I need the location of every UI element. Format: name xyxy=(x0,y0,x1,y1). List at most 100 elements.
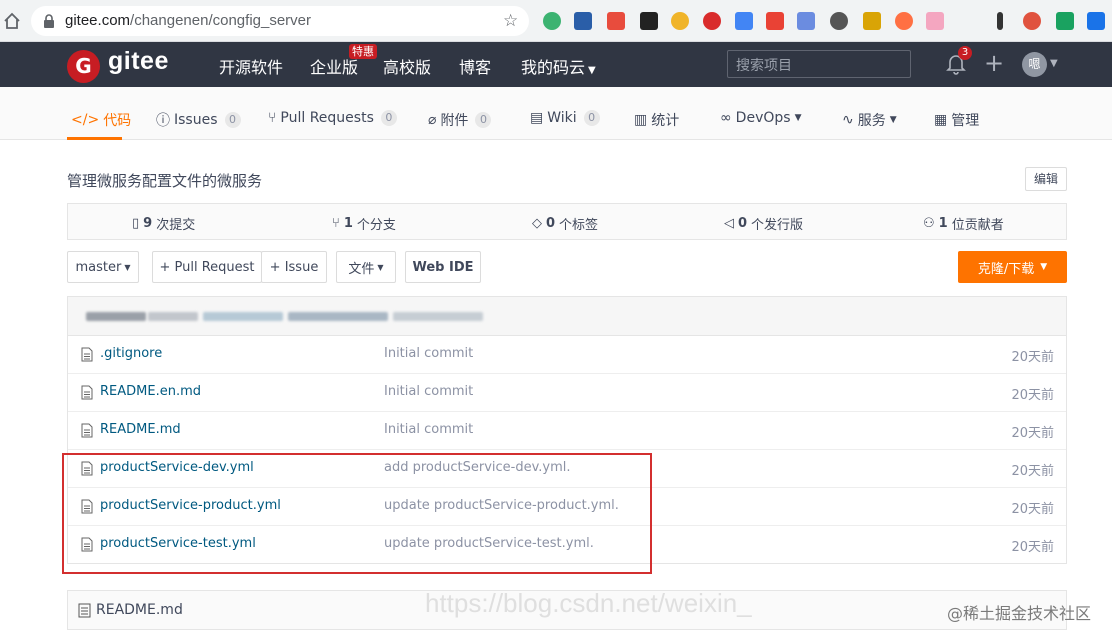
document-icon xyxy=(78,603,91,618)
file-row[interactable]: .gitignore Initial commit 20天前 xyxy=(68,336,1066,374)
extension-icon[interactable] xyxy=(863,12,881,30)
commit-time: 20天前 xyxy=(1011,464,1054,479)
contributors-icon: ⚇ xyxy=(923,216,935,231)
chevron-down-icon: ▼ xyxy=(794,113,802,123)
site-header: G gitee 开源软件 企业版 特惠 高校版 博客 我的码云 ▼ 搜索项目 3 … xyxy=(0,42,1112,87)
tab-devops[interactable]: ∞ DevOps ▼ xyxy=(720,110,801,126)
pull-request-icon: ⑂ xyxy=(268,110,277,126)
commit-icon: ▯ xyxy=(132,216,140,231)
chevron-down-icon: ▼ xyxy=(588,65,596,76)
file-row[interactable]: README.en.md Initial commit 20天前 xyxy=(68,374,1066,412)
gitee-logo-icon[interactable]: G xyxy=(67,50,100,83)
tab-manage[interactable]: ▦ 管理 xyxy=(934,110,979,130)
bookmark-star-icon[interactable]: ☆ xyxy=(503,11,518,31)
translate-icon[interactable] xyxy=(735,12,753,30)
avatar[interactable]: 嗯 xyxy=(1022,52,1047,77)
blurred-text xyxy=(148,312,198,321)
repo-description: 管理微服务配置文件的微服务 xyxy=(67,172,263,190)
paperclip-icon: ⌀ xyxy=(428,112,437,128)
commit-time: 20天前 xyxy=(1011,388,1054,403)
chevron-down-icon: ▼ xyxy=(377,262,384,272)
stat-tags[interactable]: ◇ 0 个标签 xyxy=(532,214,598,233)
blurred-text xyxy=(86,312,146,321)
clone-download-button[interactable]: 克隆/下载 ▼ xyxy=(958,251,1067,283)
extension-icon[interactable] xyxy=(926,12,944,30)
stat-commits[interactable]: ▯ 9 次提交 xyxy=(132,214,195,233)
new-pull-request-button[interactable]: + Pull Request xyxy=(152,251,262,283)
url-text: gitee.com/changenen/congfig_server xyxy=(65,12,312,29)
tab-services[interactable]: ∿ 服务 ▼ xyxy=(842,110,897,130)
branch-select[interactable]: master ▼ xyxy=(67,251,139,283)
file-name[interactable]: README.en.md xyxy=(100,384,201,399)
issue-icon: ⓘ xyxy=(156,113,170,129)
file-name[interactable]: .gitignore xyxy=(100,346,162,361)
file-icon xyxy=(81,347,93,362)
book-icon: ▤ xyxy=(530,110,544,126)
extension-icon[interactable] xyxy=(640,12,658,30)
adblock-icon[interactable] xyxy=(703,12,721,30)
new-issue-button[interactable]: + Issue xyxy=(261,251,327,283)
hot-badge: 特惠 xyxy=(349,44,377,59)
tab-issues[interactable]: ⓘ Issues 0 xyxy=(156,110,241,130)
extension-icon[interactable] xyxy=(895,12,913,30)
file-name[interactable]: README.md xyxy=(100,422,181,437)
nav-open-source[interactable]: 开源软件 xyxy=(219,54,283,78)
nav-blog[interactable]: 博客 xyxy=(459,54,491,78)
tab-attachments[interactable]: ⌀ 附件 0 xyxy=(428,110,492,130)
extension-icon[interactable] xyxy=(607,12,625,30)
tab-stats[interactable]: ▥ 统计 xyxy=(634,110,679,130)
branch-icon: ⑂ xyxy=(332,216,340,231)
file-row[interactable]: README.md Initial commit 20天前 xyxy=(68,412,1066,450)
chevron-down-icon: ▼ xyxy=(889,115,897,125)
commit-message[interactable]: Initial commit xyxy=(384,346,473,361)
extension-icon[interactable] xyxy=(830,12,848,30)
extension-icon[interactable] xyxy=(766,12,784,30)
lock-icon xyxy=(44,14,54,28)
document-icon: ▦ xyxy=(934,112,948,128)
tab-wiki[interactable]: ▤ Wiki 0 xyxy=(530,110,600,126)
file-icon xyxy=(81,423,93,438)
bar-chart-icon: ▥ xyxy=(634,112,648,128)
commit-message[interactable]: Initial commit xyxy=(384,384,473,399)
extension-icon[interactable] xyxy=(997,12,1003,30)
stat-releases[interactable]: ◁ 0 个发行版 xyxy=(724,214,803,233)
notification-badge: 3 xyxy=(958,46,972,60)
commit-time: 20天前 xyxy=(1011,502,1054,517)
home-icon[interactable] xyxy=(3,12,21,30)
commit-time: 20天前 xyxy=(1011,426,1054,441)
stat-branches[interactable]: ⑂ 1 个分支 xyxy=(332,214,396,233)
pulse-icon: ∿ xyxy=(842,112,854,128)
readme-title[interactable]: README.md xyxy=(96,602,183,618)
search-input[interactable]: 搜索项目 xyxy=(727,50,911,78)
repo-tabs: </> 代码 ⓘ Issues 0 ⑂ Pull Requests 0 ⌀ 附件 0 ▤ Wik… xyxy=(0,87,1112,140)
latest-commit-row xyxy=(68,297,1066,336)
edit-button[interactable]: 编辑 xyxy=(1025,167,1067,191)
blurred-text xyxy=(203,312,283,321)
chevron-down-icon[interactable]: ▼ xyxy=(1050,58,1058,69)
extension-icon[interactable] xyxy=(574,12,592,30)
active-tab-indicator xyxy=(67,137,122,140)
file-menu-button[interactable]: 文件 ▼ xyxy=(336,251,396,283)
nav-my-gitee[interactable]: 我的码云 ▼ xyxy=(521,54,596,78)
extension-icon[interactable] xyxy=(1056,12,1074,30)
tab-pull-requests[interactable]: ⑂ Pull Requests 0 xyxy=(268,110,397,126)
release-icon: ◁ xyxy=(724,216,734,231)
commit-message[interactable]: Initial commit xyxy=(384,422,473,437)
tag-icon: ◇ xyxy=(532,216,542,231)
logo-text[interactable]: gitee xyxy=(108,47,169,76)
nav-education[interactable]: 高校版 xyxy=(383,54,431,78)
extension-icon[interactable] xyxy=(671,12,689,30)
address-bar[interactable]: gitee.com/changenen/congfig_server ☆ xyxy=(31,6,529,36)
plus-icon[interactable]: + xyxy=(984,49,1004,77)
commit-time: 20天前 xyxy=(1011,540,1054,555)
stat-contributors[interactable]: ⚇ 1 位贡献者 xyxy=(923,214,1004,233)
code-icon: </> xyxy=(71,112,100,128)
extension-icon[interactable] xyxy=(1023,12,1041,30)
chevron-down-icon: ▼ xyxy=(1040,262,1048,272)
web-ide-button[interactable]: Web IDE xyxy=(405,251,481,283)
extension-icon[interactable] xyxy=(543,12,561,30)
extension-icon[interactable] xyxy=(797,12,815,30)
extension-icon[interactable] xyxy=(1087,12,1105,30)
tab-code[interactable]: </> 代码 xyxy=(71,110,131,130)
browser-toolbar: gitee.com/changenen/congfig_server ☆ xyxy=(0,0,1112,42)
